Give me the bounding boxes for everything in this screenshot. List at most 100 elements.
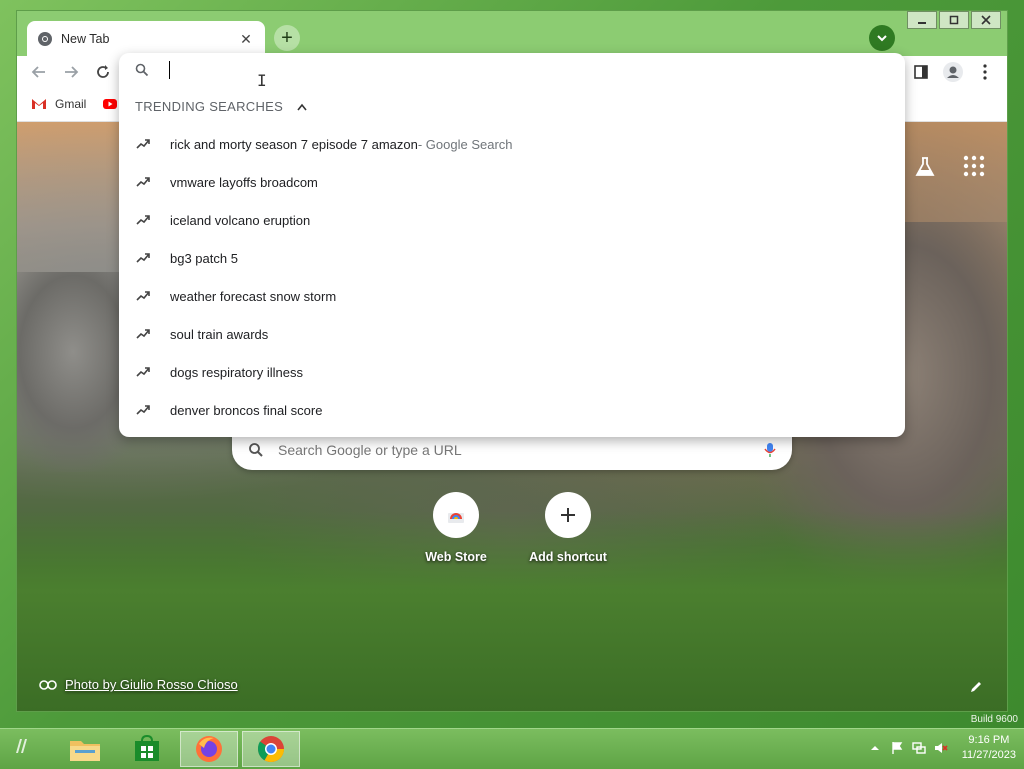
trending-label: TRENDING SEARCHES xyxy=(135,99,284,114)
back-button[interactable] xyxy=(27,60,51,84)
pencil-edit-icon[interactable] xyxy=(969,680,983,694)
trending-arrow-icon xyxy=(136,139,150,149)
add-icon xyxy=(561,508,575,522)
trending-searches-header[interactable]: TRENDING SEARCHES xyxy=(135,99,307,114)
trending-arrow-icon xyxy=(136,291,150,301)
microphone-icon[interactable] xyxy=(764,442,776,458)
suggestion-text: soul train awards xyxy=(170,326,269,342)
profile-avatar-icon xyxy=(943,62,963,82)
chrome-icon xyxy=(257,736,285,763)
chevron-down-icon xyxy=(877,35,887,42)
show-hidden-icons-chevron-icon[interactable] xyxy=(868,741,882,755)
tab-new-tab[interactable]: New Tab ✕ xyxy=(27,21,265,57)
start-button[interactable] xyxy=(14,737,28,761)
suggestion-text: iceland volcano eruption xyxy=(170,212,311,228)
taskbar-file-explorer[interactable] xyxy=(56,731,114,767)
clock-time: 9:16 PM xyxy=(968,734,1010,746)
bookmark-label: Gmail xyxy=(55,97,87,111)
shortcut-label: Web Store xyxy=(425,550,487,564)
bookmark-youtube[interactable] xyxy=(103,99,117,109)
side-panel-icon xyxy=(914,65,928,79)
suggestion-item[interactable]: weather forecast snow storm xyxy=(119,277,905,315)
suggestion-text: denver broncos final score xyxy=(170,402,323,418)
volume-muted-icon[interactable] xyxy=(934,741,948,755)
forward-button[interactable] xyxy=(59,60,83,84)
tab-close-icon[interactable]: ✕ xyxy=(237,31,255,48)
minimize-icon xyxy=(918,22,926,24)
system-tray: 9:16 PM 11/27/2023 xyxy=(868,733,1016,763)
photo-credit-link[interactable]: Photo by Giulio Rosso Chioso xyxy=(39,677,238,692)
close-window-button[interactable] xyxy=(971,11,1001,29)
close-icon xyxy=(981,15,991,25)
google-apps-grid-icon[interactable] xyxy=(963,155,985,177)
shortcut-tile xyxy=(433,492,479,538)
reload-button[interactable] xyxy=(91,60,115,84)
suggestion-item[interactable]: bg3 patch 5 xyxy=(119,239,905,277)
link-icon xyxy=(39,679,57,690)
shortcut-label: Add shortcut xyxy=(529,550,607,564)
suggestion-text: dogs respiratory illness xyxy=(170,364,303,380)
suggestion-item[interactable]: dogs respiratory illness xyxy=(119,353,905,391)
new-tab-button[interactable]: + xyxy=(274,25,300,51)
taskbar-firefox[interactable] xyxy=(180,731,238,767)
suggestion-item[interactable]: vmware layoffs broadcom xyxy=(119,163,905,201)
os-build-watermark: Build 9600 xyxy=(970,714,1018,725)
suggestion-list: rick and morty season 7 episode 7 amazon… xyxy=(119,125,905,429)
reload-icon xyxy=(97,65,109,78)
web-store-icon xyxy=(448,513,464,523)
start-icon xyxy=(16,739,27,753)
omnibox-input[interactable]: I xyxy=(119,53,905,90)
youtube-icon xyxy=(103,99,117,109)
gmail-icon xyxy=(32,99,46,109)
photo-credit-text: Photo by Giulio Rosso Chioso xyxy=(65,677,238,692)
trending-arrow-icon xyxy=(136,405,150,415)
minimize-button[interactable] xyxy=(907,11,937,29)
kebab-menu-icon xyxy=(983,64,987,80)
shortcut-add[interactable]: Add shortcut xyxy=(518,492,618,564)
suggestion-item[interactable]: rick and morty season 7 episode 7 amazon… xyxy=(119,125,905,163)
trending-arrow-icon xyxy=(136,367,150,377)
network-icon[interactable] xyxy=(912,741,926,755)
store-icon xyxy=(135,735,159,761)
restore-icon xyxy=(949,15,959,25)
window-controls xyxy=(907,11,1001,29)
folder-icon xyxy=(70,741,100,761)
taskbar-store[interactable] xyxy=(118,731,176,767)
action-center-flag-icon[interactable] xyxy=(890,741,904,755)
back-arrow-icon xyxy=(31,66,45,78)
trending-arrow-icon xyxy=(136,329,150,339)
suggestion-text: weather forecast snow storm xyxy=(170,288,337,304)
maximize-button[interactable] xyxy=(939,11,969,29)
trending-arrow-icon xyxy=(136,215,150,225)
ntp-search-placeholder: Search Google or type a URL xyxy=(278,442,462,458)
bookmark-gmail[interactable]: Gmail xyxy=(31,97,86,111)
firefox-icon xyxy=(196,736,222,762)
suggestion-text: bg3 patch 5 xyxy=(170,250,238,266)
side-panel-button[interactable] xyxy=(909,60,933,84)
tab-search-button[interactable] xyxy=(869,25,895,51)
taskbar-clock[interactable]: 9:16 PM 11/27/2023 xyxy=(962,733,1016,763)
omnibox-dropdown: I TRENDING SEARCHES rick and morty seaso… xyxy=(119,53,905,437)
suggestion-source: - Google Search xyxy=(417,136,513,152)
labs-flask-icon[interactable] xyxy=(913,155,937,179)
suggestion-text: vmware layoffs broadcom xyxy=(170,174,318,190)
clock-date: 11/27/2023 xyxy=(961,749,1016,761)
shortcut-tile xyxy=(545,492,591,538)
shortcut-web-store[interactable]: Web Store xyxy=(406,492,506,564)
suggestion-text: rick and morty season 7 episode 7 amazon xyxy=(170,136,418,152)
suggestion-item[interactable]: soul train awards xyxy=(119,315,905,353)
trending-arrow-icon xyxy=(136,253,150,263)
profile-button[interactable] xyxy=(941,60,965,84)
search-icon xyxy=(249,443,263,457)
menu-button[interactable] xyxy=(973,60,997,84)
suggestion-item[interactable]: iceland volcano eruption xyxy=(119,201,905,239)
text-caret xyxy=(169,61,170,79)
trending-arrow-icon xyxy=(136,177,150,187)
suggestion-item[interactable]: denver broncos final score xyxy=(119,391,905,429)
chrome-favicon-icon xyxy=(38,32,52,46)
taskbar-chrome[interactable] xyxy=(242,731,300,767)
ibeam-cursor-icon: I xyxy=(257,71,267,90)
forward-arrow-icon xyxy=(65,66,79,78)
search-icon xyxy=(135,63,149,77)
tab-title: New Tab xyxy=(61,32,110,46)
